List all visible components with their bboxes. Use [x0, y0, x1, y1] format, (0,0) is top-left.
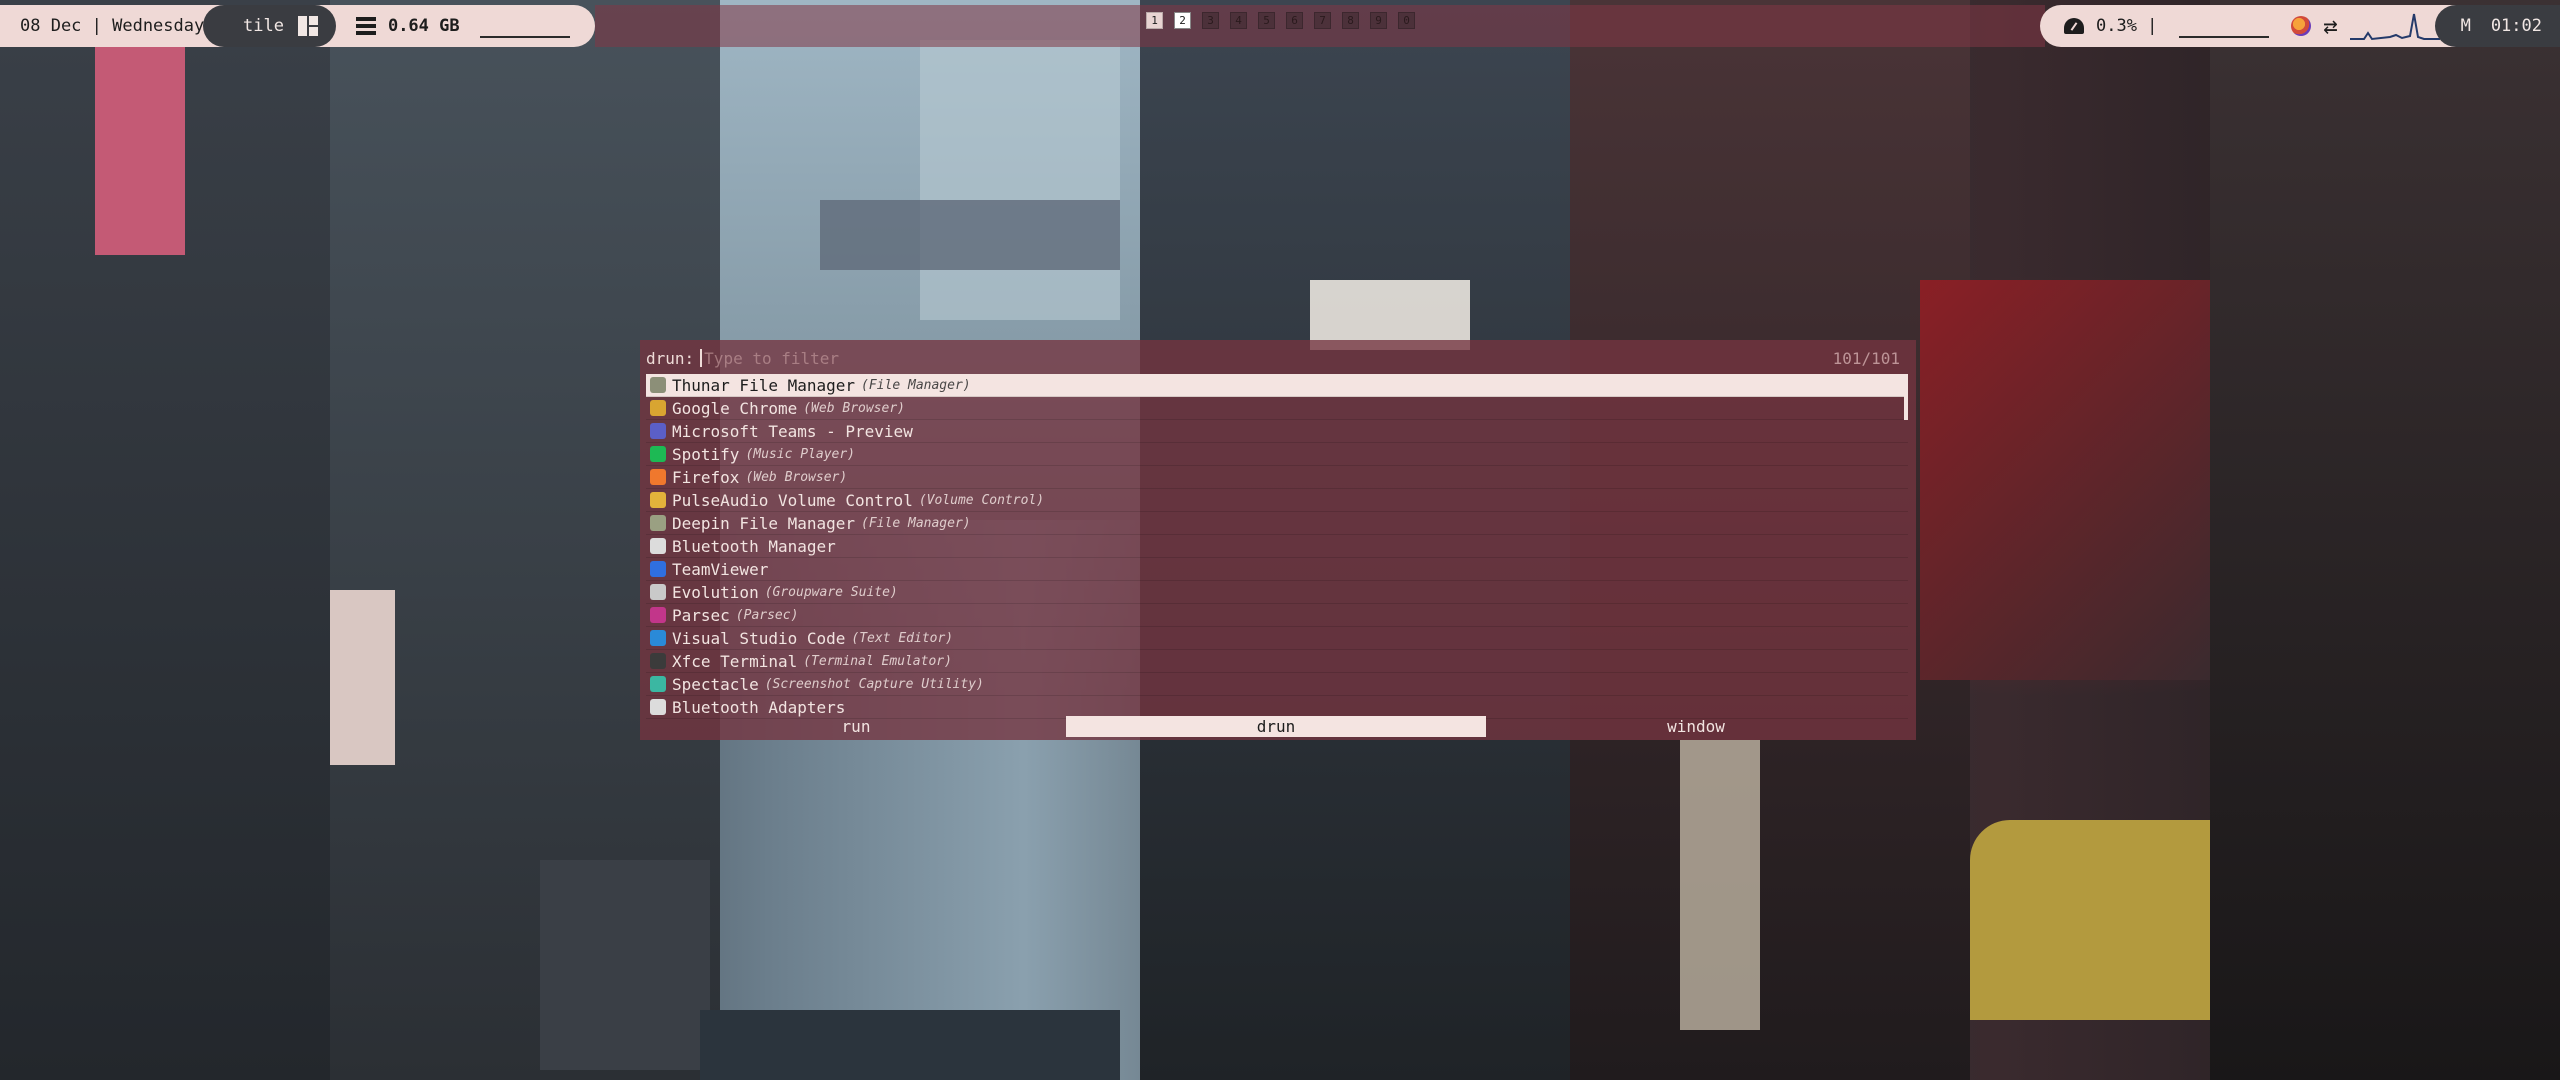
launcher-input-row: drun: 101/101	[646, 344, 1908, 372]
workspace-6[interactable]: 6	[1286, 12, 1303, 29]
mode-switcher: run drun window	[646, 716, 1906, 737]
memory-value: 0.64 GB	[387, 16, 460, 36]
list-scrollbar[interactable]	[1904, 374, 1908, 420]
app-name: Spectacle	[672, 674, 759, 694]
text-caret	[700, 349, 703, 367]
app-generic-name: (Parsec)	[735, 607, 799, 623]
app-launcher: drun: 101/101 Thunar File Manager (File M…	[640, 340, 1916, 740]
folder-icon	[650, 515, 666, 531]
tile-layout-icon	[297, 16, 318, 36]
workspace-5[interactable]: 5	[1258, 12, 1275, 29]
app-name: Thunar File Manager	[672, 375, 856, 395]
app-entry[interactable]: Spotify (Music Player)	[646, 443, 1908, 466]
app-entry[interactable]: Microsoft Teams - Preview	[646, 420, 1908, 443]
vscode-icon	[650, 630, 666, 646]
cpu-widget: 0.3% |	[2040, 14, 2270, 38]
mode-run[interactable]: run	[646, 716, 1066, 737]
app-entry[interactable]: Spectacle (Screenshot Capture Utility)	[646, 673, 1908, 696]
app-entry[interactable]: Bluetooth Manager	[646, 535, 1908, 558]
workspace-3[interactable]: 3	[1202, 12, 1219, 29]
spotify-icon	[650, 446, 666, 462]
layout-label: tile	[243, 16, 284, 36]
app-entry[interactable]: Firefox (Web Browser)	[646, 466, 1908, 489]
app-generic-name: (Groupware Suite)	[764, 584, 898, 600]
launcher-filter-input[interactable]	[704, 348, 1685, 368]
app-name: Google Chrome	[672, 398, 798, 418]
app-entry[interactable]: Parsec (Parsec)	[646, 604, 1908, 627]
memory-graph	[479, 14, 570, 38]
terminal-icon	[650, 653, 666, 669]
app-generic-name: (Terminal Emulator)	[803, 653, 952, 669]
app-name: Parsec	[672, 605, 730, 625]
cpu-value: 0.3% |	[2096, 16, 2158, 36]
app-generic-name: (Volume Control)	[918, 492, 1045, 508]
camera-icon	[650, 676, 666, 692]
status-bar-right: 0.3% | ⇄ M 01:02	[2040, 5, 2560, 47]
mode-window[interactable]: window	[1486, 716, 1906, 737]
gauge-icon	[2064, 18, 2084, 34]
app-name: Visual Studio Code	[672, 628, 846, 648]
workspace-switcher: 1234567890	[1146, 12, 1415, 29]
app-generic-name: (File Manager)	[861, 377, 971, 393]
network-graph	[2349, 13, 2440, 41]
app-name: Firefox	[672, 467, 740, 487]
app-entry[interactable]: Deepin File Manager (File Manager)	[646, 512, 1908, 535]
app-name: Xfce Terminal	[672, 651, 798, 671]
result-count: 101/101	[1832, 348, 1900, 368]
firefox-tray-icon[interactable]	[2291, 16, 2312, 36]
parsec-icon	[650, 607, 666, 623]
app-name: Microsoft Teams - Preview	[672, 421, 913, 441]
memory-icon	[355, 17, 376, 35]
app-entry[interactable]: PulseAudio Volume Control (Volume Control…	[646, 489, 1908, 512]
evolution-icon	[650, 584, 666, 600]
launcher-prompt: drun:	[646, 348, 695, 368]
bluetooth-icon	[650, 538, 666, 554]
clock-widget: M 01:02	[2434, 5, 2560, 47]
app-entry[interactable]: Evolution (Groupware Suite)	[646, 581, 1908, 604]
volume-icon	[650, 492, 666, 508]
firefox-icon	[650, 469, 666, 485]
workspace-8[interactable]: 8	[1342, 12, 1359, 29]
mode-letter: M	[2460, 16, 2471, 36]
cpu-graph	[2179, 14, 2270, 38]
app-name: Evolution	[672, 582, 759, 602]
teamviewer-icon	[650, 561, 666, 577]
app-name: Bluetooth Manager	[672, 536, 836, 556]
workspace-4[interactable]: 4	[1230, 12, 1247, 29]
layout-indicator[interactable]: tile	[203, 5, 336, 47]
workspace-2[interactable]: 2	[1174, 12, 1191, 29]
app-entry[interactable]: Xfce Terminal (Terminal Emulator)	[646, 650, 1908, 673]
app-list: Thunar File Manager (File Manager) Google …	[646, 374, 1908, 719]
app-name: Spotify	[672, 444, 740, 464]
network-transfer-icon: ⇄	[2323, 12, 2338, 40]
app-name: Bluetooth Adapters	[672, 697, 846, 717]
app-entry[interactable]: Google Chrome (Web Browser)	[646, 397, 1908, 420]
mode-drun[interactable]: drun	[1066, 716, 1486, 737]
app-entry[interactable]: Thunar File Manager (File Manager)	[646, 374, 1904, 397]
memory-widget: 0.64 GB	[336, 14, 570, 38]
app-entry[interactable]: Visual Studio Code (Text Editor)	[646, 627, 1908, 650]
date-label: 08 Dec | Wednesday	[20, 16, 205, 36]
app-generic-name: (Screenshot Capture Utility)	[764, 676, 984, 692]
workspace-7[interactable]: 7	[1314, 12, 1331, 29]
app-generic-name: (File Manager)	[861, 515, 971, 531]
app-generic-name: (Text Editor)	[851, 630, 954, 646]
bluetooth-icon	[650, 699, 666, 715]
app-generic-name: (Music Player)	[745, 446, 856, 462]
workspace-1[interactable]: 1	[1146, 12, 1163, 29]
app-name: Deepin File Manager	[672, 513, 856, 533]
app-entry[interactable]: TeamViewer	[646, 558, 1908, 581]
app-generic-name: (Web Browser)	[803, 400, 905, 416]
teams-icon	[650, 423, 666, 439]
workspace-0[interactable]: 0	[1398, 12, 1415, 29]
chrome-icon	[650, 400, 666, 416]
app-name: PulseAudio Volume Control	[672, 490, 913, 510]
clock-time: 01:02	[2490, 16, 2542, 36]
app-generic-name: (Web Browser)	[745, 469, 848, 485]
workspace-9[interactable]: 9	[1370, 12, 1387, 29]
app-name: TeamViewer	[672, 559, 769, 579]
folder-icon	[650, 377, 666, 393]
status-bar-left: 08 Dec | Wednesday tile 0.64 GB	[0, 5, 595, 47]
